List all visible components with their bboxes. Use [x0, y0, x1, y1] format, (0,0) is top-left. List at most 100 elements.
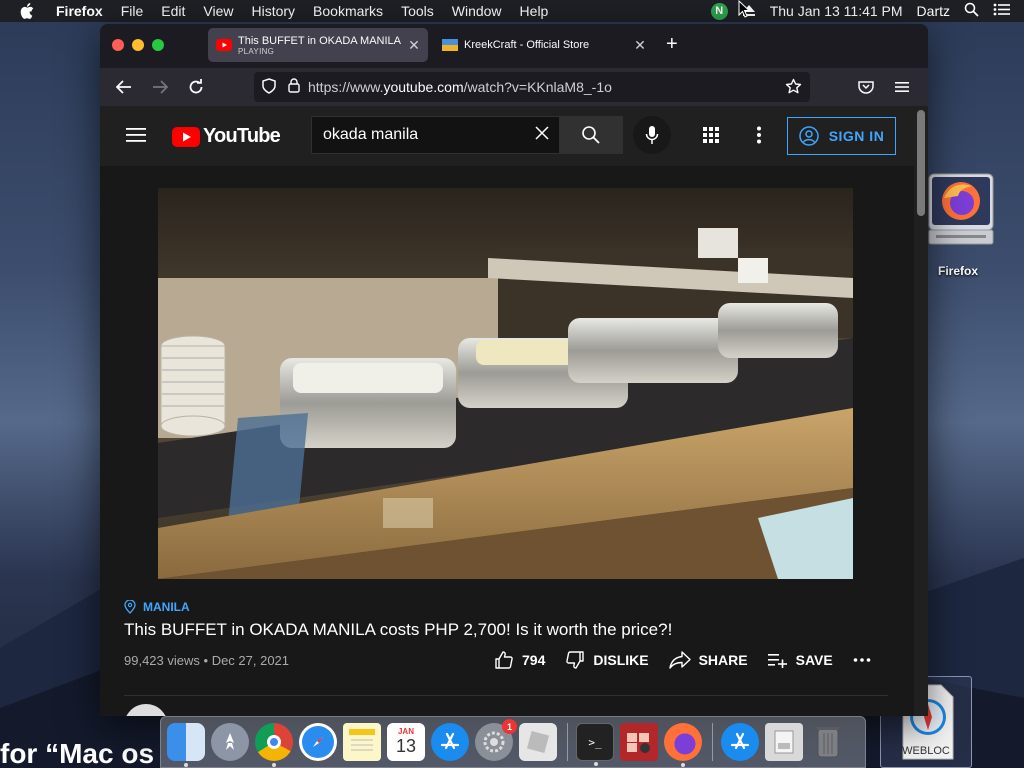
location-label: MANILA	[143, 600, 190, 614]
shield-icon[interactable]	[262, 77, 276, 97]
thumbs-down-icon	[566, 651, 585, 669]
chrome-icon[interactable]	[255, 723, 293, 767]
firefox-desktop-icon[interactable]	[926, 172, 996, 250]
finder-icon[interactable]	[167, 723, 205, 767]
menu-tools[interactable]: Tools	[401, 3, 434, 19]
firefox-dock-icon[interactable]	[664, 723, 702, 767]
clock[interactable]: Thu Jan 13 11:41 PM	[770, 3, 903, 19]
url-bar[interactable]: https://www.youtube.com/watch?v=KKnlaM8_…	[254, 72, 810, 102]
video-player[interactable]	[158, 188, 853, 579]
safari-icon[interactable]	[299, 723, 337, 761]
pocket-icon[interactable]	[848, 72, 884, 102]
tab-kreekcraft[interactable]: KreekCraft - Official Store ✕	[434, 28, 654, 62]
close-window-button[interactable]	[112, 39, 124, 51]
bookmark-star-icon[interactable]	[785, 78, 802, 98]
lock-icon[interactable]	[288, 78, 300, 96]
upload-date: Dec 27, 2021	[211, 653, 290, 668]
window-controls	[112, 39, 172, 51]
n-status-icon[interactable]: N	[710, 2, 728, 20]
system-preferences-icon[interactable]: 1	[475, 719, 517, 761]
channel-avatar[interactable]	[124, 704, 168, 716]
youtube-play-icon	[172, 126, 200, 147]
share-icon	[668, 651, 691, 669]
like-button[interactable]: 794	[494, 650, 545, 670]
menu-history[interactable]: History	[251, 3, 295, 19]
url-text[interactable]: https://www.youtube.com/watch?v=KKnlaM8_…	[308, 79, 612, 95]
dislike-button[interactable]: DISLIKE	[565, 650, 649, 670]
search-input[interactable]: okada manila	[311, 116, 559, 154]
new-tab-icon[interactable]: +	[666, 33, 678, 56]
share-label: SHARE	[698, 652, 748, 668]
trash-icon[interactable]	[809, 723, 847, 761]
search-value[interactable]: okada manila	[312, 126, 535, 144]
spotlight-icon[interactable]	[964, 2, 979, 20]
location-pin-icon	[124, 600, 136, 614]
close-tab-icon[interactable]: ✕	[632, 37, 648, 54]
control-center-icon[interactable]	[993, 3, 1010, 19]
voice-search-button[interactable]	[633, 116, 671, 154]
apple-menu-icon[interactable]	[20, 3, 42, 19]
menu-edit[interactable]: Edit	[161, 3, 185, 19]
kreekcraft-favicon-icon	[442, 39, 458, 51]
menu-bar: Firefox File Edit View History Bookmarks…	[0, 0, 1024, 22]
dislike-label: DISLIKE	[593, 652, 649, 668]
user-name[interactable]: Dartz	[917, 3, 950, 19]
clear-search-icon[interactable]	[535, 125, 549, 145]
dock-separator	[567, 723, 568, 761]
view-count: 99,423 views	[124, 653, 200, 668]
more-actions-button[interactable]	[853, 657, 879, 663]
close-tab-icon[interactable]: ✕	[406, 37, 422, 54]
menu-window[interactable]: Window	[452, 3, 502, 19]
launchpad-icon[interactable]	[211, 723, 249, 761]
youtube-wordmark: YouTube	[203, 125, 281, 147]
save-button[interactable]: SAVE	[767, 652, 833, 668]
calendar-icon[interactable]: JAN 13	[387, 723, 425, 761]
page-scrollbar[interactable]	[914, 106, 928, 716]
sign-in-button[interactable]: SIGN IN	[787, 117, 896, 155]
mouse-cursor-icon	[738, 0, 750, 18]
like-count: 794	[522, 652, 546, 668]
tab-bar: This BUFFET in OKADA MANILA PLAYING ✕ Kr…	[100, 24, 928, 68]
guide-menu-icon[interactable]	[126, 127, 146, 148]
tab-youtube[interactable]: This BUFFET in OKADA MANILA PLAYING ✕	[208, 28, 428, 62]
search-button[interactable]	[559, 116, 623, 154]
scrollbar-thumb[interactable]	[917, 110, 925, 216]
settings-more-icon[interactable]	[756, 126, 762, 149]
roblox-icon[interactable]	[519, 723, 557, 761]
menu-file[interactable]: File	[121, 3, 144, 19]
back-icon[interactable]	[106, 72, 142, 102]
calendar-month: JAN	[397, 727, 414, 736]
thumbs-up-icon	[495, 651, 513, 669]
zoom-window-button[interactable]	[152, 39, 164, 51]
page-viewport: YouTube okada manila SIGN IN MANILA This…	[100, 106, 928, 716]
tab-title: This BUFFET in OKADA MANILA	[238, 34, 402, 47]
save-label: SAVE	[795, 652, 833, 668]
app-store-download-icon[interactable]	[721, 723, 759, 761]
location-link[interactable]: MANILA	[124, 600, 888, 614]
apps-grid-icon[interactable]	[703, 127, 719, 148]
add-to-playlist-icon	[767, 654, 787, 668]
forward-icon[interactable]	[142, 72, 178, 102]
calendar-day: 13	[395, 736, 417, 756]
background-text: for “Mac os	[0, 738, 155, 768]
menu-app-name[interactable]: Firefox	[56, 3, 103, 19]
share-button[interactable]: SHARE	[668, 651, 748, 669]
menu-help[interactable]: Help	[520, 3, 549, 19]
dock-separator	[712, 723, 713, 761]
notification-badge: 1	[502, 719, 517, 734]
menu-view[interactable]: View	[203, 3, 233, 19]
downloads-folder-icon[interactable]	[765, 723, 803, 761]
app-store-icon[interactable]	[431, 723, 469, 761]
minimize-window-button[interactable]	[132, 39, 144, 51]
firefox-window: This BUFFET in OKADA MANILA PLAYING ✕ Kr…	[100, 24, 928, 716]
app-menu-icon[interactable]	[884, 72, 920, 102]
youtube-logo[interactable]: YouTube	[172, 125, 281, 148]
reload-icon[interactable]	[178, 72, 214, 102]
search-icon	[582, 126, 600, 144]
menu-bookmarks[interactable]: Bookmarks	[313, 3, 383, 19]
account-icon	[798, 126, 819, 146]
terminal-icon[interactable]: >_	[576, 723, 614, 766]
photo-booth-icon[interactable]	[620, 723, 658, 761]
notes-icon[interactable]	[343, 723, 381, 761]
dock: JAN 13 1 >_	[160, 716, 866, 768]
